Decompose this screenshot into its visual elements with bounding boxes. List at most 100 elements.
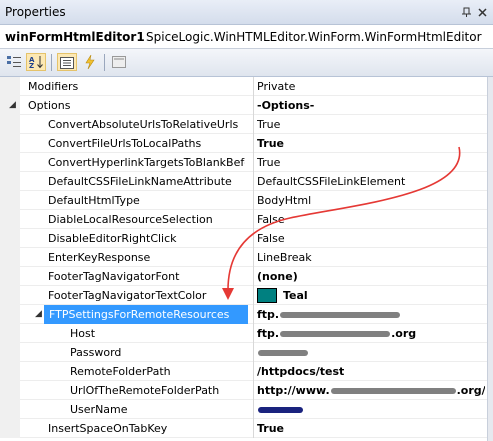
property-row[interactable]: Host ftp. .org [0, 324, 487, 343]
column-divider[interactable] [253, 400, 254, 419]
property-row[interactable]: DisableEditorRightClick False [0, 229, 487, 248]
column-divider[interactable] [253, 210, 254, 229]
property-value[interactable]: BodyHtml [257, 191, 485, 210]
expand-collapse-icon[interactable]: ◢ [34, 310, 43, 319]
property-value[interactable]: True [257, 419, 485, 438]
property-value[interactable]: LineBreak [257, 248, 485, 267]
property-row[interactable]: FooterTagNavigatorTextColor Teal [0, 286, 487, 305]
property-row[interactable]: DiableLocalResourceSelection False [0, 210, 487, 229]
column-divider[interactable] [253, 305, 254, 324]
property-name: DiableLocalResourceSelection [48, 213, 213, 226]
property-name: ConvertAbsoluteUrlsToRelativeUrls [48, 118, 239, 131]
window-title: Properties [5, 5, 66, 19]
row-gutter [0, 172, 20, 191]
redaction-mark [258, 350, 308, 356]
property-name: FooterTagNavigatorTextColor [48, 289, 207, 302]
property-name: InsertSpaceOnTabKey [48, 422, 168, 435]
property-value-text: -Options- [257, 99, 315, 112]
property-row[interactable]: ◢ FTPSettingsForRemoteResources ftp. [0, 305, 487, 324]
column-divider[interactable] [253, 134, 254, 153]
property-value[interactable]: ftp. [257, 305, 485, 324]
close-icon[interactable] [477, 7, 488, 18]
property-row[interactable]: RemoteFolderPath/httpdocs/test [0, 362, 487, 381]
column-divider[interactable] [253, 381, 254, 400]
column-divider[interactable] [253, 324, 254, 343]
redaction-mark [280, 331, 391, 337]
property-value[interactable]: Teal [257, 286, 485, 305]
column-divider[interactable] [253, 286, 254, 305]
property-name: FTPSettingsForRemoteResources [44, 305, 248, 324]
property-row[interactable]: Modifiers Private [0, 77, 487, 96]
property-value[interactable] [257, 400, 485, 419]
property-row[interactable]: ConvertAbsoluteUrlsToRelativeUrls True [0, 115, 487, 134]
property-value[interactable]: True [257, 115, 485, 134]
property-row[interactable]: InsertSpaceOnTabKey True [0, 419, 487, 438]
property-name: RemoteFolderPath [70, 365, 171, 378]
column-divider[interactable] [253, 362, 254, 381]
row-gutter [0, 324, 20, 343]
property-row[interactable]: UrlOfTheRemoteFolderPath http://www. .org/… [0, 381, 487, 400]
column-divider[interactable] [253, 96, 254, 115]
property-row[interactable]: FooterTagNavigatorFont (none) [0, 267, 487, 286]
column-divider[interactable] [253, 419, 254, 438]
property-value[interactable] [257, 343, 485, 362]
property-row[interactable]: ◢ Options -Options- [0, 96, 487, 115]
object-selector[interactable]: winFormHtmlEditor1 SpiceLogic.WinHTMLEdi… [0, 25, 493, 49]
categorized-icon[interactable] [4, 53, 24, 71]
column-divider[interactable] [253, 267, 254, 286]
property-name: UserName [70, 403, 128, 416]
property-value[interactable]: DefaultCSSFileLinkElement [257, 172, 485, 191]
column-divider[interactable] [253, 229, 254, 248]
property-value-text: Teal [283, 289, 308, 302]
property-value[interactable]: -Options- [257, 96, 485, 115]
property-name: ConvertHyperlinkTargetsToBlankBefor [48, 156, 245, 169]
row-gutter [0, 134, 20, 153]
scrollbar[interactable] [487, 77, 493, 441]
toolbar-separator [51, 54, 52, 71]
object-name: winFormHtmlEditor1 [5, 30, 145, 44]
pin-icon[interactable] [461, 7, 472, 18]
redaction-mark [258, 407, 303, 413]
properties-toolbar: AZ [0, 49, 493, 77]
property-row[interactable]: DefaultHtmlType BodyHtml [0, 191, 487, 210]
property-value[interactable]: ftp. .org [257, 324, 485, 343]
property-row[interactable]: ConvertFileUrlsToLocalPaths True [0, 134, 487, 153]
property-pages-icon[interactable] [109, 53, 129, 71]
object-type: SpiceLogic.WinHTMLEditor.WinForm.WinForm… [146, 30, 482, 44]
property-value-text: Private [257, 80, 296, 93]
property-value[interactable]: /httpdocs/test [257, 362, 485, 381]
property-value-suffix: .org/test [456, 384, 485, 397]
property-value-text: True [257, 156, 281, 169]
property-value-text: True [257, 422, 285, 435]
expand-collapse-icon[interactable]: ◢ [8, 101, 17, 110]
property-name: EnterKeyResponse [48, 251, 151, 264]
property-value[interactable]: Private [257, 77, 485, 96]
property-value-text: (none) [257, 270, 298, 283]
property-grid[interactable]: Modifiers Private ◢ Options -Options- Convert… [0, 77, 487, 441]
property-value[interactable]: True [257, 153, 485, 172]
property-value-text: False [257, 213, 285, 226]
property-value[interactable]: True [257, 134, 485, 153]
column-divider[interactable] [253, 343, 254, 362]
column-divider[interactable] [253, 77, 254, 96]
alphabetical-icon[interactable]: AZ [26, 53, 46, 71]
property-name: DefaultCSSFileLinkNameAttribute [48, 175, 232, 188]
property-row[interactable]: DefaultCSSFileLinkNameAttribute DefaultCS… [0, 172, 487, 191]
property-value[interactable]: (none) [257, 267, 485, 286]
column-divider[interactable] [253, 115, 254, 134]
property-value[interactable]: http://www. .org/test [257, 381, 485, 400]
column-divider[interactable] [253, 191, 254, 210]
property-row[interactable]: ConvertHyperlinkTargetsToBlankBefor True [0, 153, 487, 172]
column-divider[interactable] [253, 153, 254, 172]
property-value[interactable]: False [257, 229, 485, 248]
properties-icon[interactable] [57, 53, 77, 71]
property-row[interactable]: UserName [0, 400, 487, 419]
property-value-text: ftp. [257, 308, 280, 321]
property-value[interactable]: False [257, 210, 485, 229]
events-icon[interactable] [80, 53, 100, 71]
property-row[interactable]: EnterKeyResponse LineBreak [0, 248, 487, 267]
column-divider[interactable] [253, 248, 254, 267]
toolbar-separator [104, 54, 105, 71]
property-row[interactable]: Password [0, 343, 487, 362]
column-divider[interactable] [253, 172, 254, 191]
